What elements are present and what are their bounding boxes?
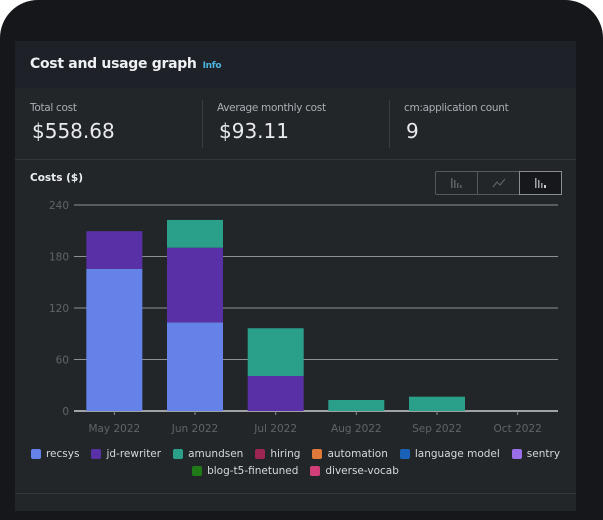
bar-segment-recsys <box>86 268 143 411</box>
bar-segment-jd-rewriter <box>86 231 143 269</box>
x-tick-label: Aug 2022 <box>331 423 382 435</box>
bar-segment-amundsen <box>247 328 304 376</box>
legend-label: automation <box>327 448 388 460</box>
legend-label: recsys <box>45 448 80 460</box>
legend-item[interactable]: automation <box>312 448 388 460</box>
bar-segment-jd-rewriter <box>167 247 223 323</box>
legend-label: hiring <box>270 448 301 460</box>
panel-footer-divider <box>15 493 576 494</box>
legend-swatch <box>399 449 410 459</box>
legend-row: blog-t5-finetuned diverse-vocab <box>15 465 576 477</box>
bar-segment-amundsen <box>167 219 223 248</box>
legend-item[interactable]: jd-rewriter <box>91 448 161 460</box>
legend-item[interactable]: hiring <box>255 448 300 460</box>
legend-label: language model <box>414 448 500 460</box>
legend-item[interactable]: diverse-vocab <box>310 465 399 477</box>
legend-item[interactable]: sentry <box>511 448 561 460</box>
legend-swatch <box>173 449 184 459</box>
legend-row: recsys jd-rewriter amundsen hiring automatio… <box>15 448 576 460</box>
cost-usage-panel: Cost and usage graph Info Total cost $558… <box>15 41 576 511</box>
y-tick-label: 0 <box>62 406 69 418</box>
stacked-bar-chart: 0 60 120 180 240 May 2022 Jun 2022 Jul 2022 Aug … <box>49 200 558 435</box>
chart-legend: recsys jd-rewriter amundsen hiring automatio… <box>15 448 576 482</box>
legend-label: blog-t5-finetuned <box>207 465 299 477</box>
y-tick-label: 60 <box>56 355 69 367</box>
y-tick-label: 240 <box>49 200 69 212</box>
x-tick-label: Sep 2022 <box>412 423 462 435</box>
legend-item[interactable]: amundsen <box>173 448 243 460</box>
y-tick-label: 180 <box>49 252 69 264</box>
y-tick-label: 120 <box>49 303 69 315</box>
legend-swatch <box>91 449 102 459</box>
legend-label: diverse-vocab <box>325 465 399 477</box>
bar-segment-recsys <box>167 322 223 411</box>
legend-swatch <box>192 466 203 476</box>
legend-swatch <box>312 449 323 459</box>
legend-item[interactable]: recsys <box>30 448 80 460</box>
legend-swatch <box>511 449 522 459</box>
bar-segment-jd-rewriter <box>247 375 304 411</box>
legend-swatch <box>30 449 41 459</box>
legend-item[interactable]: blog-t5-finetuned <box>192 465 298 477</box>
x-tick-label: Oct 2022 <box>494 423 542 435</box>
legend-label: sentry <box>526 448 561 460</box>
bar-segment-amundsen <box>409 396 465 411</box>
x-tick-label: May 2022 <box>88 423 140 435</box>
bar-segment-amundsen <box>328 400 385 411</box>
legend-swatch <box>255 449 266 459</box>
x-tick-label: Jul 2022 <box>253 423 297 435</box>
legend-label: amundsen <box>188 448 244 460</box>
legend-label: jd-rewriter <box>106 448 162 460</box>
legend-item[interactable]: language model <box>399 448 500 460</box>
x-tick-label: Jun 2022 <box>171 423 218 435</box>
legend-swatch <box>310 466 321 476</box>
